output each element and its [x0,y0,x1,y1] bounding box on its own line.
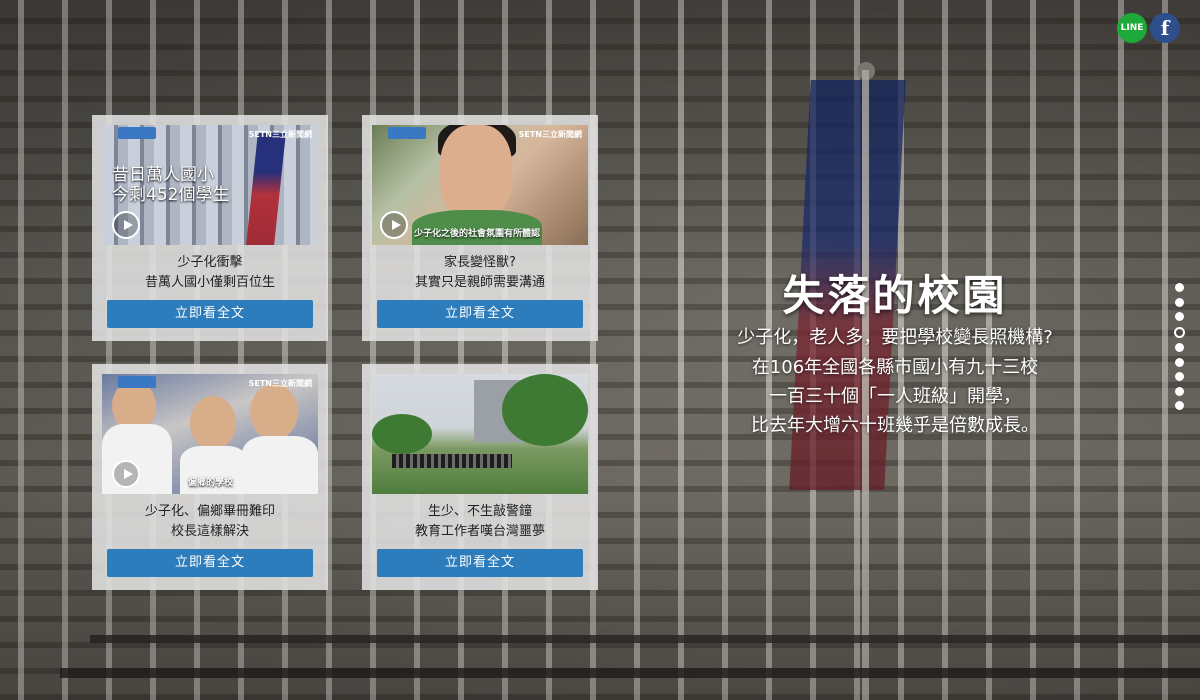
thumb-shirt [242,436,318,494]
line-share-button[interactable]: LINE [1117,13,1147,43]
facebook-icon: f [1160,16,1170,40]
thumb-flag [246,133,286,245]
section-pager [1174,283,1186,416]
read-full-article-button[interactable]: 立即看全文 [107,549,313,577]
video-thumbnail-3[interactable]: SETN三立新聞網 偏鄉的學校 [102,374,318,494]
railing [90,635,1200,643]
page-title: 失落的校園 [782,271,1008,320]
card-caption-line-2: 昔萬人國小僅剩百位生 [144,275,275,290]
pager-dot[interactable] [1175,401,1184,410]
pager-dot[interactable] [1175,357,1184,367]
thumb-overlay-line-1: 昔日萬人國小 [112,165,214,185]
channel-logo: SETN三立新聞網 [248,379,312,388]
video-thumbnail-1[interactable]: SETN三立新聞網 昔日萬人國小 今剩452個學生 [102,125,318,245]
thumb-subtitle: 偏鄉的學校 [188,478,234,488]
read-full-article-button[interactable]: 立即看全文 [107,300,313,328]
flagpole-top [857,62,875,80]
channel-badge [118,376,156,388]
article-card-4: 生少、不生敲警鐘 教育工作者嘆台灣噩夢 立即看全文 [362,364,598,590]
play-icon[interactable] [380,211,408,239]
thumb-crowd [392,454,512,468]
pager-dot[interactable] [1174,326,1185,338]
card-caption-line-1: 家長變怪獸? [444,255,516,270]
facebook-share-button[interactable]: f [1150,13,1180,43]
article-card-3: SETN三立新聞網 偏鄉的學校 少子化、偏鄉畢冊難印 校長這樣解決 立即看全文 [92,364,328,590]
pager-dot[interactable] [1175,312,1184,321]
pager-dot[interactable] [1175,386,1184,396]
card-caption-line-2: 教育工作者嘆台灣噩夢 [414,524,545,539]
read-full-article-button[interactable]: 立即看全文 [377,549,583,577]
card-caption-line-1: 少子化衝擊 [177,255,243,270]
background-photo [0,0,1200,700]
pager-dot[interactable] [1175,343,1184,352]
thumb-face [440,125,512,223]
thumb-shirt [102,424,172,494]
thumb-tree [372,414,432,454]
channel-logo: SETN三立新聞網 [518,130,582,139]
card-caption-line-2: 校長這樣解決 [170,524,249,539]
hero-description-line-4: 比去年大增六十班幾乎是倍數成長。 [751,415,1039,436]
photo-thumbnail-4[interactable] [372,374,588,494]
channel-badge [388,127,426,139]
railing-lower [60,668,1200,678]
play-icon[interactable] [112,211,140,239]
pager-dot[interactable] [1175,297,1184,307]
article-card-2: SETN三立新聞網 少子化之後的社會氛圍有所體認 家長變怪獸? 其實只是親師需要… [362,115,598,341]
play-icon[interactable] [112,460,140,488]
card-caption-line-1: 生少、不生敲警鐘 [427,504,532,519]
hero-description-line-1: 少子化，老人多，要把學校變長照機構? [737,327,1053,348]
thumb-kid [250,384,298,440]
hero-description-line-3: 一百三十個「一人班級」開學， [769,386,1021,407]
pager-dot[interactable] [1175,283,1184,292]
read-full-article-button[interactable]: 立即看全文 [377,300,583,328]
pager-dot[interactable] [1175,372,1184,381]
video-thumbnail-2[interactable]: SETN三立新聞網 少子化之後的社會氛圍有所體認 [372,125,588,245]
article-card-1: SETN三立新聞網 昔日萬人國小 今剩452個學生 少子化衝擊 昔萬人國小僅剩百… [92,115,328,341]
card-caption-line-1: 少子化、偏鄉畢冊難印 [144,504,275,519]
thumb-tree [502,374,588,446]
thumb-subtitle: 少子化之後的社會氛圍有所體認 [414,229,541,239]
thumb-overlay-line-2: 今剩452個學生 [112,185,230,205]
thumb-kid [190,396,236,450]
hero-description-line-2: 在106年全國各縣市國小有九十三校 [751,357,1039,378]
card-caption-line-2: 其實只是親師需要溝通 [414,275,545,290]
channel-logo: SETN三立新聞網 [248,130,312,139]
channel-badge [118,127,156,139]
line-icon: LINE [1120,23,1144,33]
